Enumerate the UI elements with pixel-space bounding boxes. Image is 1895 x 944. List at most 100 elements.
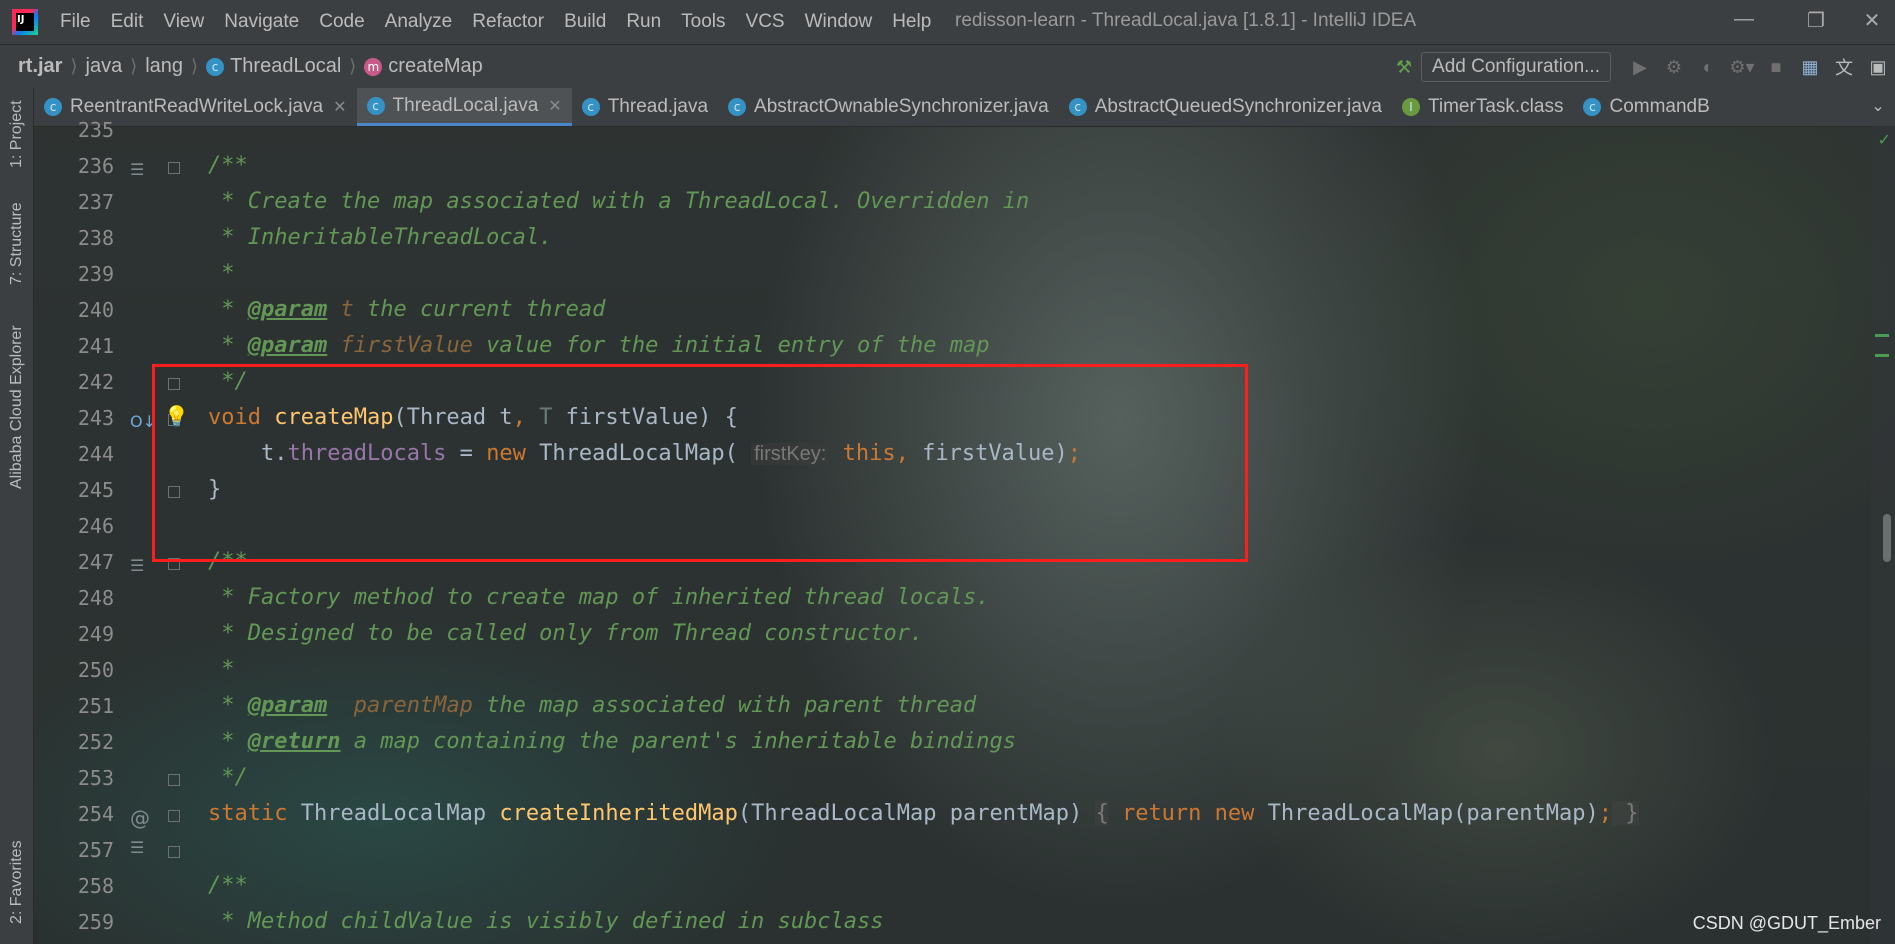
profile-icon[interactable]: ⚙▾: [1725, 57, 1759, 78]
javadoc-param-name: t: [327, 297, 354, 322]
menu-help[interactable]: Help: [882, 11, 941, 33]
title-menu-bar: File Edit View Navigate Code Analyze Ref…: [0, 0, 1895, 44]
code-line-240: * @param t the current thread: [208, 292, 605, 328]
window-title: redisson-learn - ThreadLocal.java [1.8.1…: [955, 10, 1417, 31]
project-tab-label: 1: Project: [8, 100, 25, 168]
breadcrumb-package-java[interactable]: java: [86, 55, 123, 78]
folded-brace[interactable]: }: [1612, 801, 1639, 826]
line-number: 240: [77, 298, 114, 322]
tab-abstract-ownable-synchronizer[interactable]: c AbstractOwnableSynchronizer.java: [718, 88, 1059, 126]
project-structure-icon[interactable]: ▦: [1793, 57, 1827, 78]
tab-thread-local[interactable]: c ThreadLocal.java ✕: [356, 88, 572, 126]
chevron-right-icon: ⟩: [130, 56, 138, 76]
menu-vcs[interactable]: VCS: [736, 11, 795, 33]
code-line-238: * InheritableThreadLocal.: [208, 225, 553, 250]
close-window-icon[interactable]: ✕: [1852, 8, 1892, 33]
scrollbar-thumb[interactable]: [1883, 514, 1891, 562]
code-line-254: static ThreadLocalMap createInheritedMap…: [208, 796, 1639, 832]
presentation-icon[interactable]: ▣: [1861, 57, 1895, 78]
favorites-tab-label: 2: Favorites: [8, 840, 25, 924]
debug-icon[interactable]: ⚙: [1657, 57, 1691, 78]
menu-file[interactable]: File: [50, 11, 101, 33]
add-configuration-button[interactable]: Add Configuration...: [1421, 52, 1611, 82]
comment-text: a map containing the parent's inheritabl…: [340, 729, 1016, 754]
code-line-248: * Factory method to create map of inheri…: [208, 585, 990, 610]
comment-text: *: [208, 333, 248, 358]
fold-toggle-icon[interactable]: [168, 774, 180, 786]
editor-scrollbar-strip[interactable]: ✓: [1871, 126, 1895, 944]
javadoc-tag: @param: [247, 333, 328, 358]
menu-view[interactable]: View: [153, 11, 214, 33]
javadoc-tag: @param: [247, 693, 328, 718]
structure-tool-tab[interactable]: 7: Structure: [2, 188, 32, 300]
cloud-explorer-tool-tab[interactable]: Alibaba Cloud Explorer: [2, 314, 32, 500]
close-tab-icon[interactable]: ✕: [548, 96, 561, 116]
comment-text: the map associated with parent thread: [472, 693, 977, 718]
folded-brace[interactable]: {: [1095, 801, 1109, 826]
line-number: 254: [77, 802, 114, 826]
breadcrumb-method[interactable]: createMap: [388, 55, 483, 78]
punctuation: ;: [1598, 801, 1613, 826]
fold-toggle-icon[interactable]: [168, 162, 180, 174]
close-tab-icon[interactable]: ✕: [333, 97, 346, 117]
comment-text: *: [208, 729, 248, 754]
build-hammer-icon[interactable]: ⚒: [1387, 57, 1421, 78]
menu-edit[interactable]: Edit: [101, 11, 154, 33]
fold-expand-icon[interactable]: [168, 810, 180, 822]
menu-window[interactable]: Window: [795, 11, 883, 33]
menu-build[interactable]: Build: [554, 11, 616, 33]
line-number: 239: [77, 262, 114, 286]
tab-thread[interactable]: c Thread.java: [572, 88, 718, 126]
restore-icon[interactable]: ❐: [1796, 8, 1836, 33]
render-doc-icon[interactable]: ☰: [130, 160, 144, 179]
stop-icon[interactable]: ■: [1759, 57, 1793, 78]
tab-abstract-queued-synchronizer[interactable]: c AbstractQueuedSynchronizer.java: [1059, 88, 1392, 126]
comment-text: *: [208, 297, 248, 322]
breadcrumb-jar[interactable]: rt.jar: [18, 55, 62, 78]
line-number: 238: [77, 226, 114, 250]
javadoc-tag: @return: [247, 729, 341, 754]
line-number: 246: [77, 514, 114, 538]
breadcrumb-package-lang[interactable]: lang: [145, 55, 183, 78]
breadcrumb-class[interactable]: ThreadLocal: [230, 55, 341, 78]
line-number: 252: [77, 730, 114, 754]
run-toolbar: ⚒ Add Configuration... ▶ ⚙ ◐ ⚙▾ ■ ▦ 文 ▣: [1387, 45, 1895, 89]
code-line-239: *: [208, 261, 235, 286]
menu-navigate[interactable]: Navigate: [214, 11, 309, 33]
favorites-tool-tab[interactable]: 2: Favorites: [2, 826, 32, 938]
breadcrumb: rt.jar ⟩ java ⟩ lang ⟩ c ThreadLocal ⟩ m…: [18, 55, 483, 78]
keyword: new: [1201, 801, 1255, 826]
annotation-marker-icon[interactable]: @: [130, 806, 150, 830]
line-number: 253: [77, 766, 114, 790]
code-line-259: * Method childValue is visibly defined i…: [208, 909, 884, 934]
code-line-252: * @return a map containing the parent's …: [208, 724, 1016, 760]
menu-analyze[interactable]: Analyze: [375, 11, 463, 33]
menu-code[interactable]: Code: [309, 11, 374, 33]
menu-tools[interactable]: Tools: [671, 11, 735, 33]
translate-icon[interactable]: 文: [1827, 54, 1861, 80]
project-tool-tab[interactable]: 1: Project: [2, 92, 32, 176]
code-line-249: * Designed to be called only from Thread…: [208, 621, 924, 646]
tabs-overflow-chevron-down-icon[interactable]: ⌄: [1861, 88, 1895, 126]
render-doc-icon[interactable]: ☰: [130, 556, 144, 575]
comment-text: the current thread: [353, 297, 606, 322]
class-icon: c: [206, 57, 225, 76]
code-line-236: /**: [208, 153, 248, 178]
fold-toggle-icon[interactable]: [168, 846, 180, 858]
minimize-icon[interactable]: —: [1724, 8, 1764, 31]
menu-refactor[interactable]: Refactor: [462, 11, 554, 33]
render-doc-icon[interactable]: ☰: [130, 838, 144, 857]
method-name: createInheritedMap: [499, 801, 738, 826]
code-line-241: * @param firstValue value for the initia…: [208, 328, 989, 364]
tab-timer-task[interactable]: I TimerTask.class: [1392, 88, 1573, 126]
tab-command-b[interactable]: c CommandB: [1573, 88, 1719, 126]
coverage-icon[interactable]: ◐: [1691, 57, 1725, 78]
line-number: 235: [77, 118, 114, 142]
menu-run[interactable]: Run: [616, 11, 671, 33]
run-icon[interactable]: ▶: [1623, 57, 1657, 78]
line-number: 257: [77, 838, 114, 862]
class-icon: c: [581, 98, 600, 116]
class-icon: c: [44, 98, 62, 116]
line-number: 250: [77, 658, 114, 682]
chevron-right-icon: ⟩: [191, 56, 199, 76]
